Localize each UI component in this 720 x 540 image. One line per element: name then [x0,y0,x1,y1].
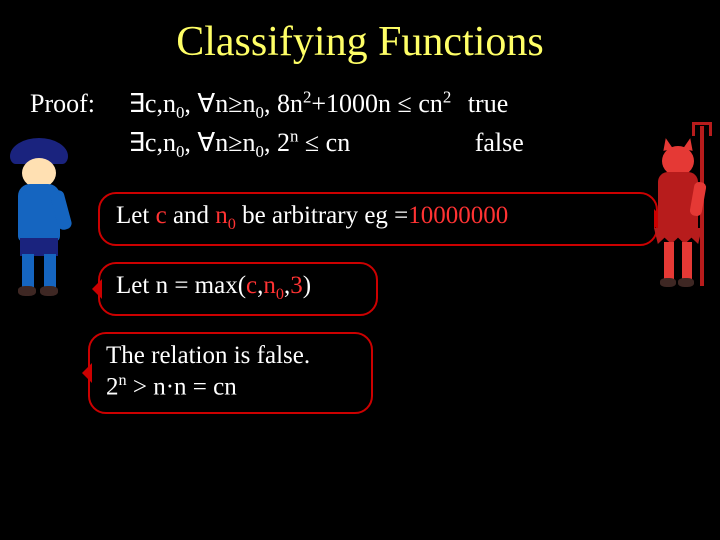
proof-label: Proof: [30,86,122,121]
value: 10000000 [408,202,508,229]
speech-bubble-3: The relation is false. 2n > n·n = cn [88,332,373,414]
text: 2 [106,373,119,400]
value-3: 3 [290,272,303,299]
text: , 2 [264,128,290,157]
superscript: 2 [443,87,451,106]
text: Let n = max( [116,272,246,299]
pirate-character-icon [4,138,76,318]
text: , ∀n≥n [184,128,255,157]
verdict-true: true [468,86,508,121]
subscript: 0 [255,103,263,122]
var-n: n [215,202,228,229]
slide-title: Classifying Functions [0,0,720,66]
text: ≤ cn [298,128,350,157]
text: > n·n = cn [127,373,237,400]
proof-line-2: ∃c,n0, ∀n≥n0, 2n ≤ cn false [129,128,524,157]
devil-character-icon [644,132,718,342]
text: , ∀n≥n [184,89,255,118]
verdict-false: false [475,125,524,160]
proof-block: Proof: ∃c,n0, ∀n≥n0, 8n2+1000n ≤ cn2 tru… [0,66,720,164]
var-n: n [263,272,276,299]
text: ∃c,n [129,89,176,118]
proof-line-1: ∃c,n0, ∀n≥n0, 8n2+1000n ≤ cn2 true [129,89,509,118]
text: ) [303,272,311,299]
text: The relation is false. [106,342,310,369]
text: and [167,202,216,229]
speech-bubble-1: Let c and n0 be arbitrary eg =10000000 [98,192,658,246]
subscript: 0 [228,215,236,233]
superscript: n [119,371,127,389]
text: be arbitrary eg = [236,202,408,229]
var-c: c [246,272,257,299]
text: +1000n ≤ cn [311,89,442,118]
text: Let [116,202,156,229]
subscript: 0 [276,285,284,303]
speech-bubble-2: Let n = max(c,n0,3) [98,262,378,316]
subscript: 0 [255,142,263,161]
text: , 8n [264,89,303,118]
text: ∃c,n [129,128,176,157]
var-c: c [156,202,167,229]
